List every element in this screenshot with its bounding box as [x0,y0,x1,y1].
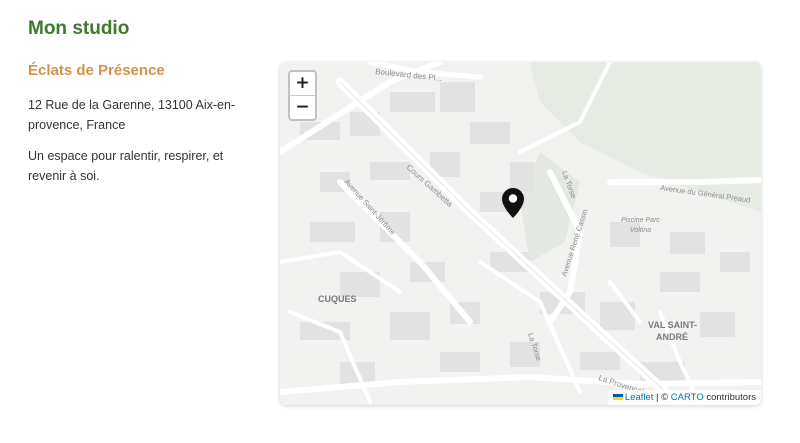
map-tiles[interactable]: Boulevard des Pl... Cours Gambetta Avenu… [280,62,761,405]
attribution-separator: | © [653,392,671,403]
studio-tagline: Un espace pour ralentir, respirer, et re… [28,149,224,183]
carto-link[interactable]: CARTO [671,392,704,403]
map-attribution: Leaflet | © CARTO contributors [607,390,761,405]
map-label-piscine-2: Voltina [630,227,651,234]
map-label-andre: ANDRÉ [656,332,688,342]
attribution-contributors: contributors [703,392,756,403]
map-label-piscine: Piscine Parc [621,217,660,224]
studio-address: 12 Rue de la Garenne, 13100 Aix-en-prove… [28,98,236,132]
studio-name: Éclats de Présence [28,62,165,79]
page-title: Mon studio [28,18,130,39]
zoom-control: + − [288,70,317,121]
zoom-in-button[interactable]: + [290,72,315,95]
map-label-val-saint: VAL SAINT- [648,320,697,330]
ukraine-flag-icon [612,394,623,401]
zoom-out-button[interactable]: − [290,95,315,119]
studio-map[interactable]: Boulevard des Pl... Cours Gambetta Avenu… [280,62,761,405]
map-label-cuques: CUQUES [318,294,357,304]
map-pin-icon[interactable] [501,187,525,219]
leaflet-link[interactable]: Leaflet [625,392,654,403]
